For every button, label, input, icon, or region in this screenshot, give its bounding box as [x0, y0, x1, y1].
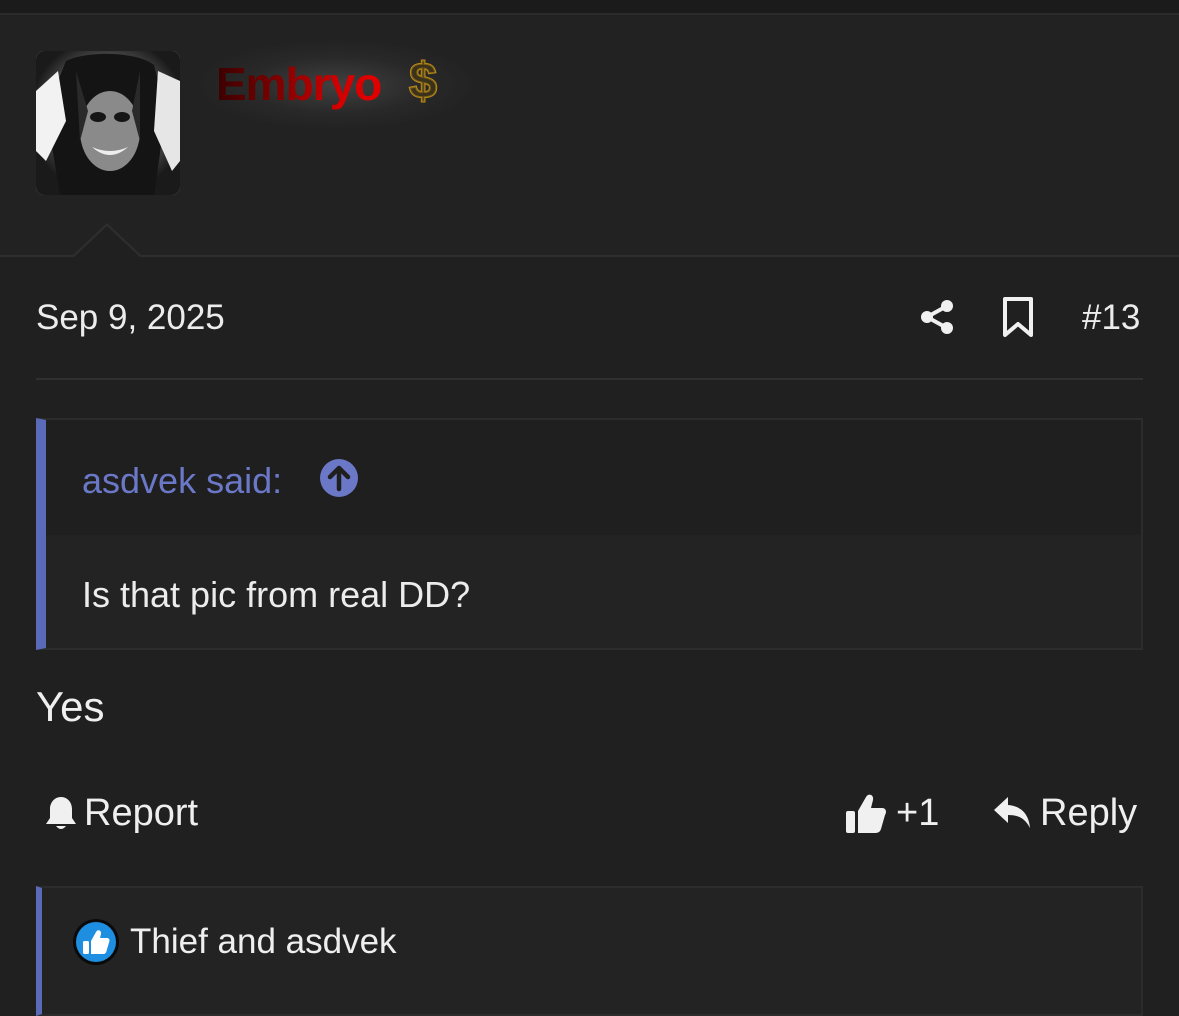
- top-strip: [0, 0, 1179, 15]
- divider: [36, 378, 1143, 380]
- reaction-users[interactable]: Thief and asdvek: [130, 922, 397, 962]
- thumbs-up-reaction-icon: [73, 919, 119, 965]
- like-button[interactable]: +1: [844, 790, 939, 836]
- username[interactable]: Embryo: [216, 56, 382, 112]
- reactions-bar: Thief and asdvek: [36, 886, 1143, 1016]
- dollar-sign-icon: $ $: [408, 54, 438, 108]
- avatar[interactable]: [36, 51, 180, 195]
- message-text: Yes: [36, 683, 105, 730]
- quote-block: asdvek said: Is that pic from real DD?: [36, 418, 1143, 650]
- reply-arrow-icon: [994, 797, 1030, 828]
- reply-label: Reply: [1040, 792, 1138, 834]
- post-date[interactable]: Sep 9, 2025: [36, 298, 225, 338]
- report-label: Report: [84, 792, 199, 834]
- thumbs-up-icon: [846, 794, 886, 833]
- report-button[interactable]: Report: [44, 790, 198, 836]
- header-caret-inner: [74, 226, 140, 257]
- quote-author[interactable]: asdvek said:: [82, 460, 282, 502]
- reply-button[interactable]: Reply: [992, 790, 1137, 836]
- like-count: +1: [896, 792, 940, 834]
- post-number[interactable]: #13: [1082, 298, 1140, 338]
- bookmark-icon[interactable]: [1000, 296, 1036, 338]
- arrow-up-circle-icon[interactable]: [319, 458, 359, 498]
- share-icon[interactable]: [918, 298, 956, 336]
- bell-icon: [46, 797, 76, 829]
- quote-text: Is that pic from real DD?: [82, 574, 471, 615]
- svg-text:$: $: [409, 54, 437, 108]
